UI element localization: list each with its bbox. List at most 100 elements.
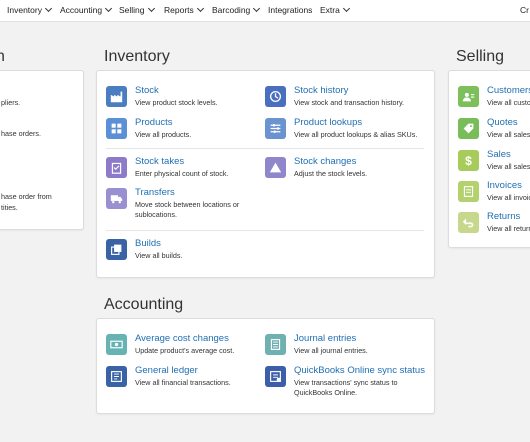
nav-label: Barcoding xyxy=(212,5,251,15)
nav-reports[interactable]: Reports xyxy=(164,4,204,15)
chevron-down-icon xyxy=(253,4,261,13)
tile-desc: View product stock levels. xyxy=(135,98,218,107)
tile-title[interactable]: Stock history xyxy=(294,85,404,97)
customers-icon xyxy=(458,86,479,107)
tile-title[interactable]: General ledger xyxy=(135,365,231,377)
nav-integrations[interactable]: Integrations xyxy=(268,5,312,15)
invoice-icon xyxy=(458,181,479,202)
tile-title[interactable]: Average cost changes xyxy=(135,333,234,345)
tile-title[interactable]: Builds xyxy=(135,238,182,250)
left-partial-card: pliers. hase orders. hase order from tit… xyxy=(0,70,84,230)
dollar-icon: $ xyxy=(458,150,479,171)
nav-label: Accounting xyxy=(60,5,103,15)
accounting-card: Average cost changes Update product's ave… xyxy=(96,318,435,414)
truck-icon xyxy=(106,188,127,209)
nav-label: Inventory xyxy=(7,5,42,15)
partial-desc: hase orders. xyxy=(1,129,41,138)
nav-barcoding[interactable]: Barcoding xyxy=(212,4,261,15)
partial-desc: tities. xyxy=(1,203,18,212)
tile-builds[interactable]: Builds View all builds. xyxy=(106,238,182,261)
tile-general-ledger[interactable]: General ledger View all financial transac… xyxy=(106,365,231,388)
clipboard-icon xyxy=(106,157,127,178)
chevron-down-icon xyxy=(105,4,113,13)
history-icon xyxy=(265,86,286,107)
tile-quickbooks-sync[interactable]: QuickBooks Online sync status View transa… xyxy=(265,365,430,398)
chevron-down-icon xyxy=(147,4,155,13)
tile-title[interactable]: Sales xyxy=(487,149,530,161)
tile-desc: View stock and transaction history. xyxy=(294,98,404,107)
tile-quotes[interactable]: Quotes View all sales xyxy=(458,117,530,140)
tile-title[interactable]: Product lookups xyxy=(294,117,417,129)
nav-extra[interactable]: Extra xyxy=(320,4,350,15)
sync-icon xyxy=(265,366,286,387)
accounting-section-title: Accounting xyxy=(104,296,184,313)
tile-desc: View all journal entries. xyxy=(294,346,368,355)
nav-right-partial[interactable]: Cr xyxy=(520,5,529,15)
tile-transfers[interactable]: Transfers Move stock between locations or… xyxy=(106,187,256,220)
tile-title[interactable]: Customers xyxy=(487,85,530,97)
nav-selling[interactable]: Selling xyxy=(119,4,155,15)
tile-title[interactable]: Stock xyxy=(135,85,218,97)
tile-returns[interactable]: Returns View all return xyxy=(458,211,530,234)
tile-title[interactable]: Quotes xyxy=(487,117,530,129)
tile-title[interactable]: Stock changes xyxy=(294,156,367,168)
tile-customers[interactable]: Customers View all custo xyxy=(458,85,530,108)
chevron-down-icon xyxy=(342,4,350,13)
warehouse-icon xyxy=(106,86,127,107)
tile-stock-history[interactable]: Stock history View stock and transaction … xyxy=(265,85,404,108)
tile-stock-takes[interactable]: Stock takes Enter physical count of stock… xyxy=(106,156,228,179)
tile-stock[interactable]: Stock View product stock levels. xyxy=(106,85,218,108)
chevron-down-icon xyxy=(196,4,204,13)
selling-section-title: Selling xyxy=(456,48,505,65)
nav-label: Reports xyxy=(164,5,194,15)
journal-icon xyxy=(265,334,286,355)
tile-title[interactable]: QuickBooks Online sync status xyxy=(294,365,430,377)
tile-desc: View all products. xyxy=(135,130,192,139)
chevron-down-icon xyxy=(44,4,53,13)
ledger-icon xyxy=(106,366,127,387)
tile-title[interactable]: Stock takes xyxy=(135,156,228,168)
tile-desc: View all sales xyxy=(487,130,530,139)
tile-desc: View transactions' sync status to QuickB… xyxy=(294,378,398,397)
tile-desc: Update product's average cost. xyxy=(135,346,235,355)
tile-journal-entries[interactable]: Journal entries View all journal entries. xyxy=(265,333,368,356)
tile-products[interactable]: Products View all products. xyxy=(106,117,191,140)
tile-desc: Enter physical count of stock. xyxy=(135,169,229,178)
tile-title[interactable]: Returns xyxy=(487,211,530,223)
tile-title[interactable]: Journal entries xyxy=(294,333,368,345)
tile-title[interactable]: Invoices xyxy=(487,180,530,192)
grid-icon xyxy=(106,118,127,139)
triangle-icon xyxy=(265,157,286,178)
nav-inventory[interactable]: Inventory xyxy=(7,4,53,15)
tag-icon xyxy=(458,118,479,139)
tile-desc: View all custo xyxy=(487,98,530,107)
nav-label: Integrations xyxy=(268,5,313,15)
tile-product-lookups[interactable]: Product lookups View all product lookups … xyxy=(265,117,417,140)
tile-desc: View all return xyxy=(487,224,530,233)
divider xyxy=(106,230,424,231)
tile-desc: View all invoic xyxy=(487,193,530,202)
tile-desc: View all financial transactions. xyxy=(135,378,231,387)
nav-accounting[interactable]: Accounting xyxy=(60,4,113,15)
sliders-icon xyxy=(265,118,286,139)
tile-invoices[interactable]: Invoices View all invoic xyxy=(458,180,530,203)
tile-desc: Move stock between locations or sublocat… xyxy=(135,200,240,219)
tile-average-cost-changes[interactable]: Average cost changes Update product's ave… xyxy=(106,333,234,356)
top-navigation: Inventory Accounting Selling Reports Bar… xyxy=(0,0,530,22)
left-section-title: n xyxy=(0,48,5,65)
tile-title[interactable]: Products xyxy=(135,117,191,129)
divider xyxy=(106,148,424,149)
tile-desc: Adjust the stock levels. xyxy=(294,169,368,178)
inventory-section-title: Inventory xyxy=(104,48,170,65)
tile-stock-changes[interactable]: Stock changes Adjust the stock levels. xyxy=(265,156,367,179)
partial-desc: hase order from xyxy=(1,192,52,201)
selling-card: Customers View all custo Quotes View all s… xyxy=(448,70,530,248)
layers-icon xyxy=(106,239,127,260)
tile-desc: View all product lookups & alias SKUs. xyxy=(294,130,418,139)
inventory-card: Stock View product stock levels. Stock hi… xyxy=(96,70,435,278)
return-icon xyxy=(458,212,479,233)
tile-sales[interactable]: $ Sales View all sales xyxy=(458,149,530,172)
tile-desc: View all sales xyxy=(487,162,530,171)
tile-desc: View all builds. xyxy=(135,251,183,260)
tile-title[interactable]: Transfers xyxy=(135,187,256,199)
